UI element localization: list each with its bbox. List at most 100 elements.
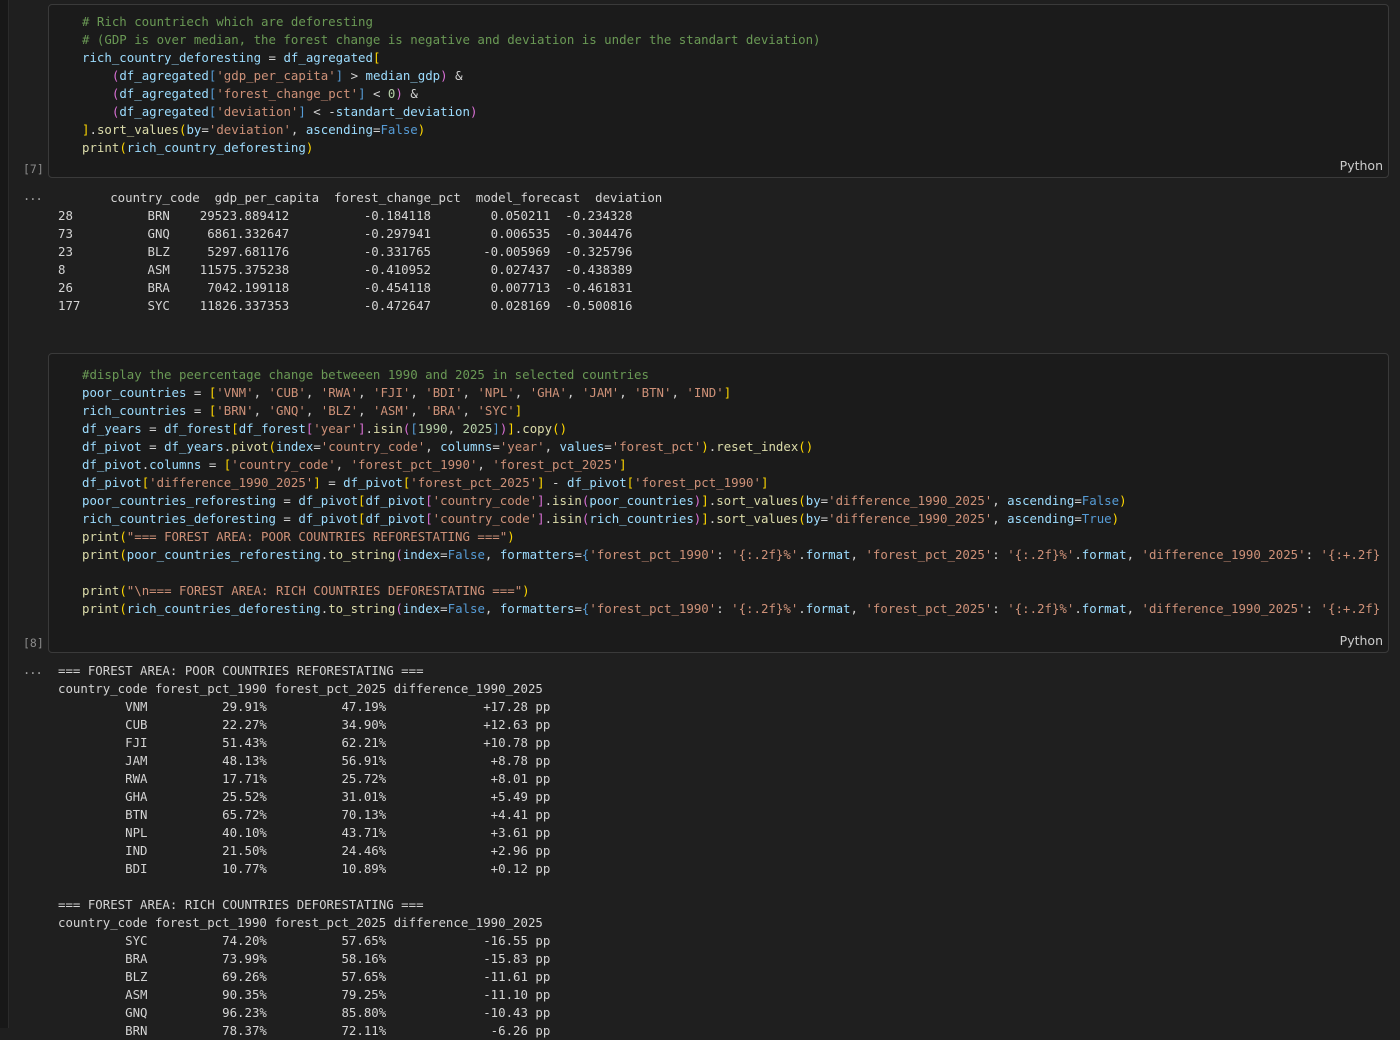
code-line[interactable]: (df_agregated['forest_change_pct'] < 0) …: [82, 85, 821, 103]
code-token: [: [358, 493, 366, 508]
code-line[interactable]: print(poor_countries_reforesting.to_stri…: [82, 546, 1388, 564]
code-token: 'BRN': [216, 403, 254, 418]
code-line[interactable]: print("=== FOREST AREA: POOR COUNTRIES R…: [82, 528, 1388, 546]
code-cell-8[interactable]: #display the peercentage change betweeen…: [48, 353, 1389, 653]
code-token: ,: [462, 385, 478, 400]
code-token: ,: [850, 601, 866, 616]
code-token: ,: [253, 385, 269, 400]
code-line[interactable]: poor_countries = ['VNM', 'CUB', 'RWA', '…: [82, 384, 1388, 402]
code-token: =: [186, 385, 209, 400]
code-token: '{:.2f}%': [1007, 601, 1075, 616]
code-token: pivot: [231, 439, 269, 454]
code-token: format: [1081, 547, 1127, 562]
code-token: df_agregated: [119, 86, 209, 101]
code-token: ]: [701, 493, 709, 508]
code-token: 'GHA': [529, 385, 568, 400]
code-line[interactable]: poor_countries_reforesting = df_pivot[df…: [82, 492, 1388, 510]
code-token: values: [559, 439, 605, 454]
code-token: # Rich countriech which are deforesting: [82, 14, 373, 29]
code-token: 'forest_pct_2025': [865, 601, 993, 616]
code-editor-7[interactable]: # Rich countriech which are deforesting #…: [82, 13, 821, 157]
code-token: =: [820, 511, 829, 526]
code-token: df_agregated: [119, 104, 209, 119]
code-line[interactable]: (df_agregated['gdp_per_capita'] > median…: [82, 67, 821, 85]
code-token: [: [358, 511, 366, 526]
code-token: format: [805, 601, 851, 616]
code-token: 'BDI': [425, 385, 463, 400]
code-token: 'difference_1990_2025': [1141, 601, 1306, 616]
code-token: ): [305, 140, 314, 155]
code-token: 'year': [499, 439, 545, 454]
code-token: ,: [253, 403, 269, 418]
code-token: df_pivot: [82, 439, 142, 454]
output-menu-ellipsis[interactable]: ...: [23, 189, 43, 203]
code-token: [: [410, 421, 418, 436]
output-line: country_code forest_pct_1990 forest_pct_…: [58, 915, 543, 930]
code-token: df_pivot: [298, 493, 359, 508]
code-token: print: [82, 529, 120, 544]
code-token: False: [1081, 493, 1120, 508]
output-line: IND 21.50% 24.46% +2.96 pp: [58, 843, 551, 858]
code-token: .: [544, 493, 553, 508]
code-line[interactable]: rich_countries = ['BRN', 'GNQ', 'BLZ', '…: [82, 402, 1388, 420]
code-line[interactable]: # Rich countriech which are deforesting: [82, 13, 821, 31]
code-token: df_pivot: [298, 511, 359, 526]
code-token: ascending: [1007, 493, 1075, 508]
code-token: 'forest_pct': [611, 439, 702, 454]
code-token: 'CUB': [268, 385, 306, 400]
code-line[interactable]: print(rich_countries_deforesting.to_stri…: [82, 600, 1388, 618]
code-token: (: [395, 547, 403, 562]
code-token: (): [798, 439, 814, 454]
code-line[interactable]: df_years = df_forest[df_forest['year'].i…: [82, 420, 1388, 438]
code-token: =: [141, 439, 165, 454]
code-line[interactable]: [82, 564, 1388, 582]
code-token: '{:.2f}%': [731, 547, 799, 562]
code-token: rich_countries_deforesting: [126, 601, 321, 616]
code-editor-8[interactable]: #display the peercentage change betweeen…: [82, 366, 1388, 618]
code-line[interactable]: df_pivot = df_years.pivot(index='country…: [82, 438, 1388, 456]
code-line[interactable]: # (GDP is over median, the forest change…: [82, 31, 821, 49]
output-line: === FOREST AREA: RICH COUNTRIES DEFOREST…: [58, 897, 424, 912]
code-token: =: [574, 601, 582, 616]
code-line[interactable]: print(rich_country_deforesting): [82, 139, 821, 157]
code-line[interactable]: print("\n=== FOREST AREA: RICH COUNTRIES…: [82, 582, 1388, 600]
code-token: standart_deviation: [335, 104, 470, 119]
code-token: < -: [305, 104, 336, 119]
code-token: print: [82, 140, 120, 155]
code-token: True: [1081, 511, 1112, 526]
output-menu-ellipsis[interactable]: ...: [23, 663, 43, 677]
code-token: df_forest: [164, 421, 232, 436]
code-token: ): [417, 122, 426, 137]
output-line: CUB 22.27% 34.90% +12.63 pp: [58, 717, 551, 732]
code-line[interactable]: df_pivot['difference_1990_2025'] = df_pi…: [82, 474, 1388, 492]
code-token: False: [380, 122, 418, 137]
code-token: by: [805, 493, 821, 508]
code-token: ,: [567, 385, 582, 400]
code-line[interactable]: df_pivot.columns = ['country_code', 'for…: [82, 456, 1388, 474]
code-token: (: [119, 140, 127, 155]
code-cell-7[interactable]: # Rich countriech which are deforesting #…: [48, 4, 1389, 178]
code-token: [: [372, 50, 381, 65]
code-token: .: [365, 421, 373, 436]
code-token: df_pivot: [82, 457, 142, 472]
code-line[interactable]: #display the peercentage change betweeen…: [82, 366, 1388, 384]
execution-count-7: [7]: [23, 162, 44, 176]
cell-language-label[interactable]: Python: [1340, 633, 1383, 648]
code-token: =: [201, 122, 209, 137]
code-token: ,: [305, 385, 321, 400]
code-token: formatters: [499, 601, 575, 616]
code-token: ,: [410, 403, 426, 418]
code-token: print: [82, 583, 120, 598]
code-token: rich_countries_deforesting: [82, 511, 276, 526]
output-7: country_code gdp_per_capita forest_chang…: [58, 189, 662, 315]
code-line[interactable]: ].sort_values(by='deviation', ascending=…: [82, 121, 821, 139]
code-token: 'IND': [686, 385, 724, 400]
code-line[interactable]: rich_country_deforesting = df_agregated[: [82, 49, 821, 67]
execution-count-8: [8]: [23, 636, 44, 650]
code-line[interactable]: rich_countries_deforesting = df_pivot[df…: [82, 510, 1388, 528]
code-line[interactable]: (df_agregated['deviation'] < -standart_d…: [82, 103, 821, 121]
cell-language-label[interactable]: Python: [1340, 158, 1383, 173]
code-token: ]: [514, 403, 523, 418]
code-token: [: [425, 493, 433, 508]
code-token: rich_country_deforesting: [82, 50, 262, 65]
